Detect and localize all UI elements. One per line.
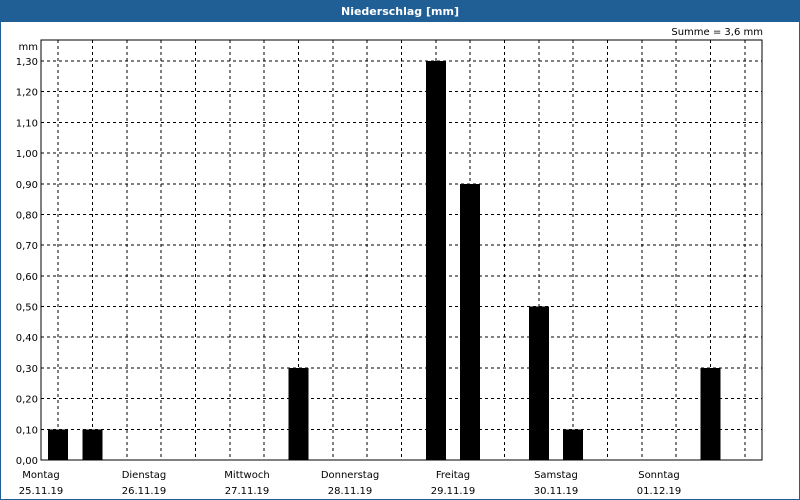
y-tick-label: 1,00 (16, 149, 38, 160)
precipitation-bar (528, 306, 549, 460)
x-date-label: 27.11.19 (225, 486, 270, 497)
y-tick-label: 1,10 (16, 118, 38, 129)
x-day-label: Montag (22, 470, 59, 481)
precipitation-bar (700, 367, 721, 460)
precipitation-bar (425, 61, 446, 460)
precipitation-chart: 0,00 0,10 0,20 0,30 0,40 0,50 0,60 0,70 0,80 0,90… (16, 39, 763, 497)
x-day-label: Dienstag (122, 470, 167, 481)
x-day-label: Mittwoch (224, 470, 269, 481)
y-tick-label: 0,80 (16, 210, 38, 221)
y-tick-label: 1,20 (16, 88, 38, 99)
precipitation-bar (82, 429, 103, 460)
y-tick-label: 0,10 (16, 425, 38, 436)
x-date-label: 25.11.19 (19, 486, 64, 497)
x-date-label: 30.11.19 (534, 486, 579, 497)
y-tick-label: 0,30 (16, 364, 38, 375)
y-tick-label: 1,30 (16, 57, 38, 68)
y-axis-label: mm (19, 42, 38, 53)
precipitation-bar (48, 429, 69, 460)
precipitation-bar (288, 367, 309, 460)
x-day-label: Sonntag (638, 470, 680, 481)
y-tick-label: 0,40 (16, 333, 38, 344)
y-tick-label: 0,20 (16, 395, 38, 406)
x-date-label: 26.11.19 (122, 486, 167, 497)
x-day-label: Freitag (436, 470, 470, 481)
x-date-label: 28.11.19 (328, 486, 373, 497)
x-day-label: Samstag (534, 470, 578, 481)
precipitation-bar (460, 183, 481, 460)
x-day-label: Donnerstag (321, 470, 379, 481)
x-date-label: 29.11.19 (431, 486, 476, 497)
y-tick-label: 0,00 (16, 456, 38, 467)
y-tick-label: 0,50 (16, 303, 38, 314)
y-tick-label: 0,70 (16, 241, 38, 252)
precipitation-bar (563, 429, 584, 460)
y-tick-label: 0,90 (16, 180, 38, 191)
y-tick-label: 0,60 (16, 272, 38, 283)
x-date-label: 01.12.19 (637, 486, 682, 497)
